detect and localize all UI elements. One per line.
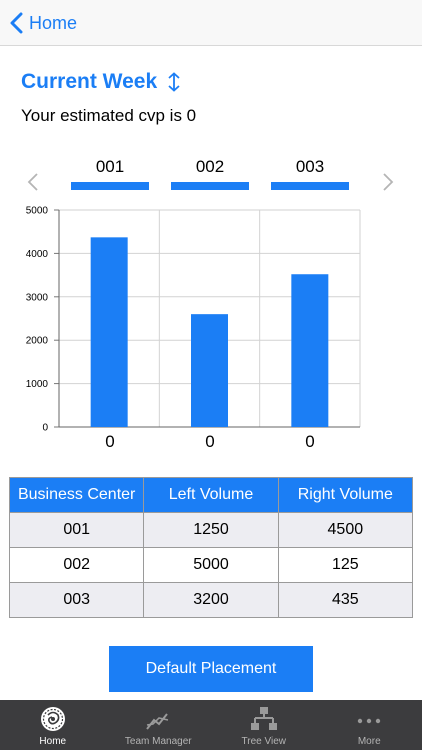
table-cell: 002 bbox=[8, 547, 145, 583]
bar-bottom-value: 0 bbox=[305, 432, 315, 451]
table-cell: 435 bbox=[277, 582, 414, 618]
tab-more[interactable]: More bbox=[317, 700, 422, 750]
trend-line-icon bbox=[146, 713, 169, 730]
table-cell: 1250 bbox=[143, 512, 279, 548]
week-selector[interactable]: Current Week bbox=[21, 70, 181, 94]
y-tick-label: 1000 bbox=[26, 379, 49, 390]
volume-chart: 001 002 003 0 1000 2000 3000 4000 5000 0 0 0 bbox=[0, 150, 422, 460]
y-tick-label: 4000 bbox=[26, 249, 49, 260]
table-cell: 3200 bbox=[143, 582, 279, 618]
column-header: Business Center bbox=[8, 477, 145, 513]
tab-team-manager[interactable]: Team Manager bbox=[106, 700, 212, 750]
y-tick-label: 3000 bbox=[26, 292, 49, 303]
column-header: Left Volume bbox=[143, 477, 279, 513]
tab-tree-view[interactable]: Tree View bbox=[211, 700, 317, 750]
table-cell: 001 bbox=[8, 512, 145, 548]
up-down-arrows-icon bbox=[168, 72, 180, 92]
y-tick-label: 5000 bbox=[26, 206, 49, 217]
y-tick-label: 2000 bbox=[26, 336, 49, 347]
home-logo-icon bbox=[40, 707, 65, 731]
week-title: Current Week bbox=[21, 70, 158, 93]
chart-bar-003 bbox=[291, 274, 329, 427]
column-header: Right Volume bbox=[277, 477, 414, 513]
bar-bottom-value: 0 bbox=[205, 432, 215, 451]
chevron-left-icon bbox=[10, 12, 23, 34]
volume-table: Business Center Left Volume Right Volume… bbox=[8, 477, 414, 618]
tab-label: Tree View bbox=[241, 736, 286, 747]
chart-bar-001 bbox=[90, 237, 128, 427]
table-row[interactable]: 002 5000 125 bbox=[8, 547, 414, 583]
tab-home[interactable]: Home bbox=[0, 700, 106, 750]
tab-label: More bbox=[357, 736, 381, 747]
chart-bar-002 bbox=[191, 314, 228, 427]
tab-label: Home bbox=[39, 736, 67, 747]
table-cell: 4500 bbox=[277, 512, 414, 548]
table-row[interactable]: 001 1250 4500 bbox=[8, 512, 414, 548]
default-placement-button[interactable]: Default Placement bbox=[109, 646, 313, 692]
y-tick-label: 0 bbox=[42, 423, 48, 434]
tab-label: Team Manager bbox=[124, 736, 192, 747]
table-cell: 125 bbox=[277, 547, 414, 583]
estimated-cvp-text: Your estimated cvp is 0 bbox=[21, 106, 197, 125]
bar-bottom-value: 0 bbox=[105, 432, 115, 451]
tab-bar: Home Team Manager Tree View More bbox=[0, 700, 422, 750]
bar-chart-plot: 0 1000 2000 3000 4000 5000 bbox=[26, 206, 361, 434]
back-button-label: Home bbox=[29, 12, 78, 33]
tree-hierarchy-icon bbox=[250, 707, 277, 730]
table-header-row: Business Center Left Volume Right Volume bbox=[8, 477, 414, 513]
back-button[interactable]: Home bbox=[10, 8, 77, 38]
navigation-bar: Home bbox=[0, 0, 422, 46]
table-cell: 5000 bbox=[143, 547, 279, 583]
table-cell: 003 bbox=[8, 582, 145, 618]
table-row[interactable]: 003 3200 435 bbox=[8, 582, 414, 618]
more-dots-icon bbox=[358, 718, 381, 724]
